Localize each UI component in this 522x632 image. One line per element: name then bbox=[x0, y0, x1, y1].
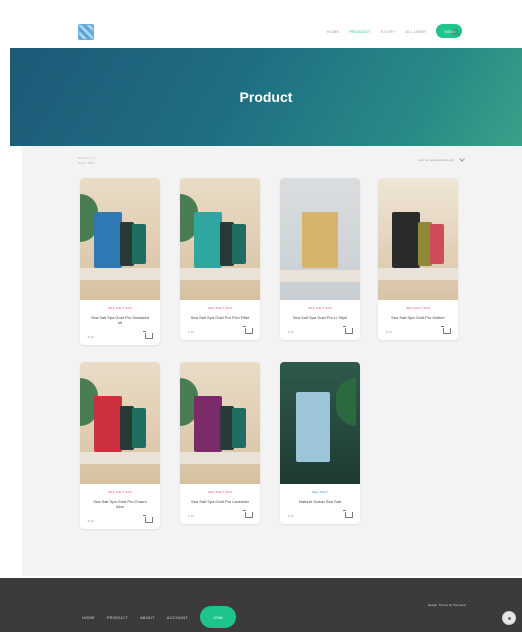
product-category[interactable]: SEA SALT SPA bbox=[180, 490, 260, 494]
footer-nav-product[interactable]: PRODUCT bbox=[107, 615, 128, 620]
nav-product[interactable]: PRODUCT bbox=[349, 29, 370, 34]
footer-nav-home[interactable]: HOME bbox=[82, 615, 95, 620]
product-price: $ 10 bbox=[188, 330, 194, 334]
cart-icon[interactable] bbox=[143, 331, 153, 339]
cart-icon[interactable] bbox=[441, 326, 451, 334]
product-card[interactable]: SEA SALT SPA Sea Salt Spa Gold Pro Fish … bbox=[180, 178, 260, 340]
product-meta: $ 10 bbox=[280, 326, 360, 340]
logo-icon[interactable] bbox=[78, 24, 94, 40]
nav-all-user[interactable]: ALL USER bbox=[405, 29, 426, 34]
product-category[interactable]: SEA SALT SPA bbox=[80, 490, 160, 494]
product-price: $ 10 bbox=[88, 519, 94, 523]
cart-icon[interactable] bbox=[143, 515, 153, 523]
product-pack bbox=[132, 408, 146, 448]
plant-decoration bbox=[336, 378, 356, 426]
product-name[interactable]: Sea Salt Spa Gold Pro Mother bbox=[378, 315, 458, 320]
page-title: Product bbox=[239, 89, 293, 105]
product-name[interactable]: Sea Salt Spa Gold Pro Fish Fillet bbox=[180, 315, 260, 320]
product-card[interactable]: SEA SALT SPA Sea Salt Spa Gold Pro Seawe… bbox=[80, 178, 160, 345]
product-pack bbox=[194, 212, 222, 268]
sort-label: Sort by: latest products (A) bbox=[418, 158, 454, 162]
product-price: $ 10 bbox=[288, 330, 294, 334]
product-image[interactable] bbox=[378, 178, 458, 300]
product-price: $ 10 bbox=[88, 335, 94, 339]
product-meta: $ 10 bbox=[180, 326, 260, 340]
shelf-decoration bbox=[180, 452, 260, 464]
product-card[interactable]: SEA SALT Natural Ocean Sea Salt $ 10 bbox=[280, 362, 360, 524]
product-pack bbox=[232, 224, 246, 264]
product-image[interactable] bbox=[280, 362, 360, 484]
cart-icon[interactable] bbox=[243, 510, 253, 518]
top-nav: HOME PRODUCT STORY ALL USER SIGN bbox=[327, 24, 462, 38]
footer-nav-about[interactable]: ABOUT bbox=[140, 615, 155, 620]
product-image[interactable] bbox=[180, 178, 260, 300]
chevron-down-icon bbox=[459, 156, 465, 162]
product-card[interactable]: SEA SALT SPA Sea Salt Spa Gold Pro Li St… bbox=[280, 178, 360, 340]
shelf-decoration bbox=[378, 268, 458, 280]
cart-icon[interactable] bbox=[343, 326, 353, 334]
product-pack bbox=[302, 212, 338, 268]
product-meta: $ 10 bbox=[80, 515, 160, 529]
product-price: $ 10 bbox=[188, 514, 194, 518]
nav-story[interactable]: STORY bbox=[381, 29, 396, 34]
product-pack bbox=[132, 224, 146, 264]
product-category[interactable]: SEA SALT bbox=[280, 490, 360, 494]
product-card[interactable]: SEA SALT SPA Sea Salt Spa Gold Pro Mothe… bbox=[378, 178, 458, 340]
product-name[interactable]: Sea Salt Spa Gold Pro Lavender bbox=[180, 499, 260, 504]
product-category[interactable]: SEA SALT SPA bbox=[180, 306, 260, 310]
breadcrumb[interactable]: PRODUCT bbox=[78, 156, 96, 160]
product-pack bbox=[296, 392, 330, 462]
product-pack bbox=[194, 396, 222, 452]
product-category[interactable]: SEA SALT SPA bbox=[280, 306, 360, 310]
product-pack bbox=[392, 212, 420, 268]
shelf-decoration bbox=[280, 270, 360, 282]
product-name[interactable]: Sea Salt Spa Gold Pro Charm Aloe bbox=[80, 499, 160, 509]
product-price: $ 10 bbox=[288, 514, 294, 518]
cart-icon[interactable] bbox=[343, 510, 353, 518]
shelf-decoration bbox=[80, 452, 160, 464]
join-button[interactable]: JOIN bbox=[199, 606, 236, 628]
hero-banner: Product bbox=[10, 48, 522, 146]
product-image[interactable] bbox=[280, 178, 360, 300]
product-pack bbox=[94, 396, 122, 452]
product-pack bbox=[232, 408, 246, 448]
shelf-decoration bbox=[180, 268, 260, 280]
footer-nav-account[interactable]: ACCOUNT bbox=[167, 615, 188, 620]
footer-credit: Design: Theme by Themeinc bbox=[427, 603, 466, 607]
product-name[interactable]: Sea Salt Spa Gold Pro Li Style bbox=[280, 315, 360, 320]
sort-dropdown[interactable]: Sort by: latest products (A) bbox=[418, 156, 465, 162]
product-image[interactable] bbox=[180, 362, 260, 484]
product-panel: PRODUCT SALT SPA Sort by: latest product… bbox=[22, 146, 522, 576]
product-meta: $ 10 bbox=[180, 510, 260, 524]
product-meta: $ 10 bbox=[280, 510, 360, 524]
product-card[interactable]: SEA SALT SPA Sea Salt Spa Gold Pro Laven… bbox=[180, 362, 260, 524]
product-image[interactable] bbox=[80, 178, 160, 300]
footer: HOME PRODUCT ABOUT ACCOUNT JOIN Design: … bbox=[0, 578, 522, 632]
product-name[interactable]: Sea Salt Spa Gold Pro Seaweed kit bbox=[80, 315, 160, 325]
header: HOME PRODUCT STORY ALL USER SIGN bbox=[0, 0, 522, 48]
product-meta: $ 10 bbox=[378, 326, 458, 340]
nav-home[interactable]: HOME bbox=[327, 29, 340, 34]
product-image[interactable] bbox=[80, 362, 160, 484]
product-category[interactable]: SEA SALT SPA bbox=[378, 306, 458, 310]
shelf-decoration bbox=[80, 268, 160, 280]
product-category[interactable]: SEA SALT SPA bbox=[80, 306, 160, 310]
footer-nav: HOME PRODUCT ABOUT ACCOUNT JOIN bbox=[82, 606, 236, 628]
breadcrumb-current: SALT SPA bbox=[78, 161, 96, 165]
scroll-top-icon[interactable] bbox=[502, 611, 516, 625]
sign-button[interactable]: SIGN bbox=[436, 24, 462, 38]
product-card[interactable]: SEA SALT SPA Sea Salt Spa Gold Pro Charm… bbox=[80, 362, 160, 529]
product-pack bbox=[430, 224, 444, 264]
search-icon[interactable] bbox=[452, 29, 458, 35]
product-name[interactable]: Natural Ocean Sea Salt bbox=[280, 499, 360, 504]
cart-icon[interactable] bbox=[243, 326, 253, 334]
product-pack bbox=[94, 212, 122, 268]
product-meta: $ 10 bbox=[80, 331, 160, 345]
product-price: $ 10 bbox=[386, 330, 392, 334]
